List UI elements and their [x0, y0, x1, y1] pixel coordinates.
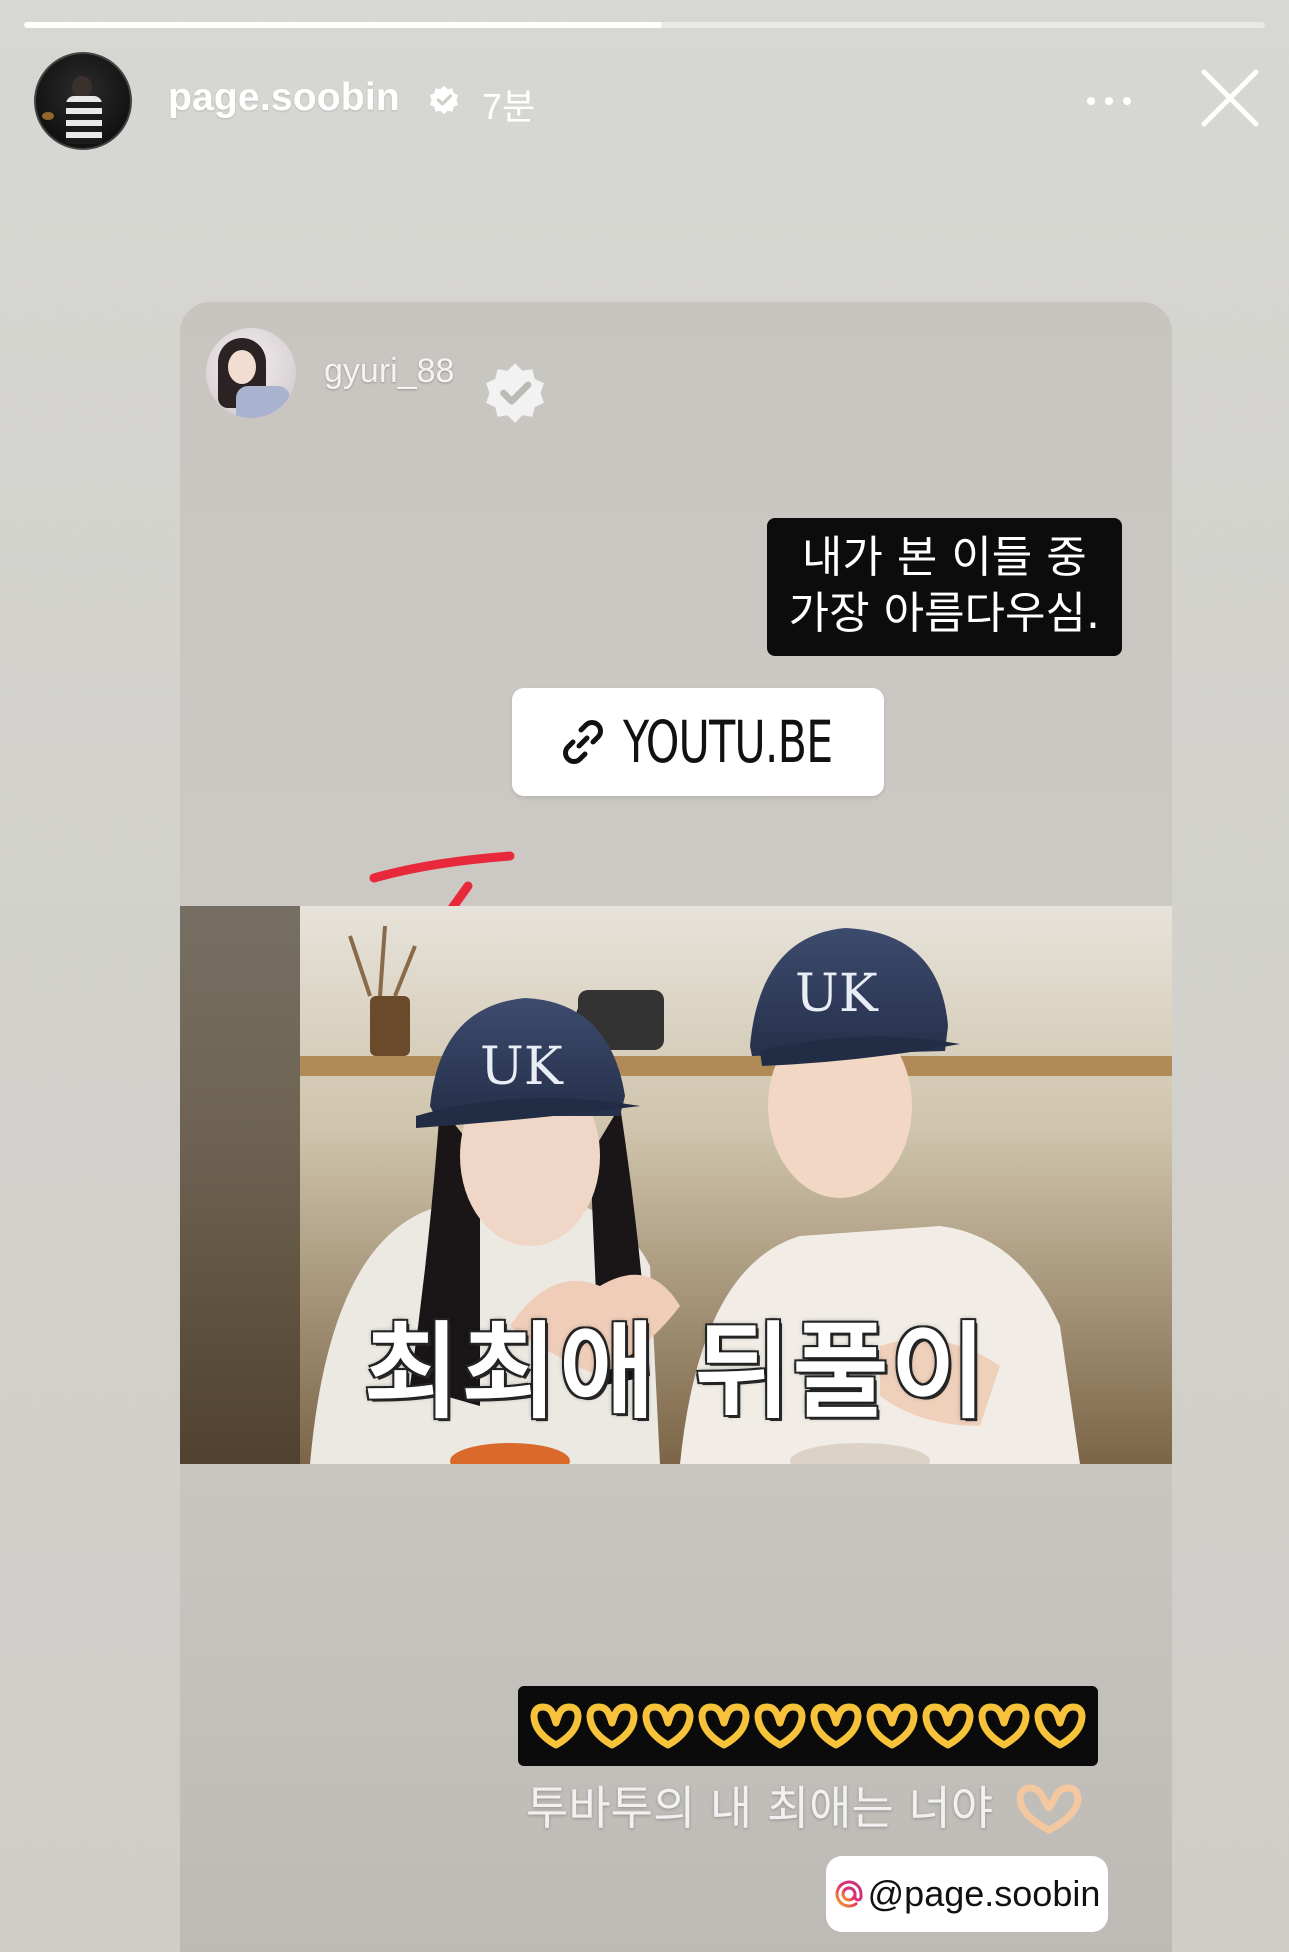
heart-hands-icon: [698, 1703, 750, 1749]
heart-hands-icon: [586, 1703, 638, 1749]
story-progress-fill: [24, 22, 662, 28]
caption-line: 내가 본 이들 중: [801, 532, 1087, 583]
verified-icon: [430, 85, 458, 115]
heart-hands-icon: [530, 1703, 582, 1749]
svg-text:UK: UK: [795, 964, 879, 1024]
svg-text:UK: UK: [480, 1037, 564, 1097]
sub-caption: 투바투의 내 최애는 너야: [526, 1772, 1084, 1838]
story-username[interactable]: page.soobin: [168, 76, 400, 120]
sub-caption-text: 투바투의 내 최애는 너야: [526, 1781, 994, 1835]
more-icon[interactable]: [1074, 86, 1144, 116]
mention-icon: [835, 1880, 863, 1908]
video-title: 최최애 뒤풀이: [363, 1311, 989, 1433]
story-progress-bar: [24, 22, 1265, 28]
heart-hands-icon: [866, 1703, 918, 1749]
story-header: page.soobin 7분: [34, 50, 1265, 154]
heart-hands-icon: [754, 1703, 806, 1749]
caption-line: 가장 아름다우심.: [788, 588, 1100, 639]
heart-hands-icon: [810, 1703, 862, 1749]
verified-icon: [486, 363, 544, 423]
link-sticker[interactable]: YOUTU.BE: [512, 688, 884, 796]
heart-hands-icon: [922, 1703, 974, 1749]
caption-text-box: 내가 본 이들 중 가장 아름다우심.: [766, 518, 1122, 656]
story-timestamp: 7분: [482, 86, 536, 127]
reshared-story-card[interactable]: gyuri_88 내가 본 이들 중 가장 아름다우심. YOUTU.BE UK…: [180, 302, 1172, 1952]
emoji-sticker-bar: [518, 1686, 1098, 1766]
avatar[interactable]: [34, 52, 132, 150]
reshared-avatar[interactable]: [206, 328, 296, 418]
video-thumbnail[interactable]: UK UK 최최애 뒤풀이: [180, 906, 1172, 1464]
link-icon: [563, 720, 604, 764]
mention-sticker[interactable]: @page.soobin: [826, 1856, 1108, 1932]
link-label: YOUTU.BE: [623, 708, 833, 776]
heart-hands-icon: [642, 1703, 694, 1749]
heart-hands-icon: [1034, 1703, 1086, 1749]
heart-hands-icon: [1016, 1784, 1082, 1834]
heart-hands-icon: [978, 1703, 1030, 1749]
reshared-username[interactable]: gyuri_88: [324, 352, 454, 391]
close-icon[interactable]: [1198, 66, 1262, 130]
mention-label[interactable]: @page.soobin: [868, 1873, 1101, 1915]
